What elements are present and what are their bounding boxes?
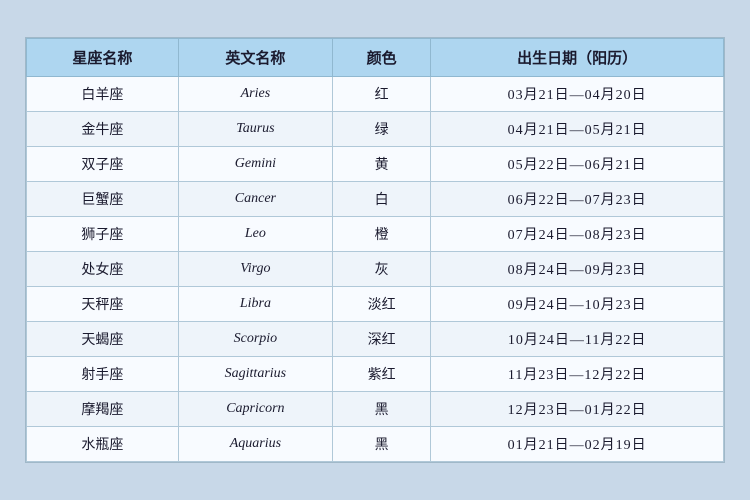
table-row: 射手座Sagittarius紫红11月23日—12月22日 bbox=[27, 357, 724, 392]
table-row: 天蝎座Scorpio深红10月24日—11月22日 bbox=[27, 322, 724, 357]
table-row: 巨蟹座Cancer白06月22日—07月23日 bbox=[27, 182, 724, 217]
cell-dates: 10月24日—11月22日 bbox=[431, 322, 724, 357]
cell-chinese-name: 巨蟹座 bbox=[27, 182, 179, 217]
cell-english-name: Leo bbox=[178, 217, 332, 252]
cell-color: 黄 bbox=[333, 147, 431, 182]
cell-english-name: Sagittarius bbox=[178, 357, 332, 392]
table-row: 白羊座Aries红03月21日—04月20日 bbox=[27, 77, 724, 112]
cell-chinese-name: 射手座 bbox=[27, 357, 179, 392]
header-english-name: 英文名称 bbox=[178, 39, 332, 77]
table-row: 处女座Virgo灰08月24日—09月23日 bbox=[27, 252, 724, 287]
cell-dates: 12月23日—01月22日 bbox=[431, 392, 724, 427]
zodiac-table: 星座名称 英文名称 颜色 出生日期（阳历） 白羊座Aries红03月21日—04… bbox=[26, 38, 724, 462]
table-row: 天秤座Libra淡红09月24日—10月23日 bbox=[27, 287, 724, 322]
table-header-row: 星座名称 英文名称 颜色 出生日期（阳历） bbox=[27, 39, 724, 77]
cell-chinese-name: 天蝎座 bbox=[27, 322, 179, 357]
cell-dates: 11月23日—12月22日 bbox=[431, 357, 724, 392]
cell-english-name: Virgo bbox=[178, 252, 332, 287]
zodiac-table-container: 星座名称 英文名称 颜色 出生日期（阳历） 白羊座Aries红03月21日—04… bbox=[25, 37, 725, 463]
cell-color: 白 bbox=[333, 182, 431, 217]
cell-color: 绿 bbox=[333, 112, 431, 147]
cell-dates: 03月21日—04月20日 bbox=[431, 77, 724, 112]
cell-chinese-name: 狮子座 bbox=[27, 217, 179, 252]
cell-english-name: Aquarius bbox=[178, 427, 332, 462]
cell-chinese-name: 金牛座 bbox=[27, 112, 179, 147]
cell-chinese-name: 天秤座 bbox=[27, 287, 179, 322]
cell-color: 红 bbox=[333, 77, 431, 112]
table-row: 双子座Gemini黄05月22日—06月21日 bbox=[27, 147, 724, 182]
cell-color: 深红 bbox=[333, 322, 431, 357]
cell-dates: 09月24日—10月23日 bbox=[431, 287, 724, 322]
cell-english-name: Cancer bbox=[178, 182, 332, 217]
cell-color: 灰 bbox=[333, 252, 431, 287]
cell-color: 黑 bbox=[333, 427, 431, 462]
cell-english-name: Taurus bbox=[178, 112, 332, 147]
cell-dates: 06月22日—07月23日 bbox=[431, 182, 724, 217]
cell-dates: 07月24日—08月23日 bbox=[431, 217, 724, 252]
cell-english-name: Aries bbox=[178, 77, 332, 112]
table-row: 摩羯座Capricorn黑12月23日—01月22日 bbox=[27, 392, 724, 427]
header-birthdate: 出生日期（阳历） bbox=[431, 39, 724, 77]
cell-dates: 08月24日—09月23日 bbox=[431, 252, 724, 287]
header-chinese-name: 星座名称 bbox=[27, 39, 179, 77]
cell-english-name: Capricorn bbox=[178, 392, 332, 427]
cell-color: 紫红 bbox=[333, 357, 431, 392]
table-row: 金牛座Taurus绿04月21日—05月21日 bbox=[27, 112, 724, 147]
cell-chinese-name: 摩羯座 bbox=[27, 392, 179, 427]
cell-chinese-name: 白羊座 bbox=[27, 77, 179, 112]
cell-english-name: Scorpio bbox=[178, 322, 332, 357]
cell-chinese-name: 处女座 bbox=[27, 252, 179, 287]
cell-english-name: Gemini bbox=[178, 147, 332, 182]
cell-color: 橙 bbox=[333, 217, 431, 252]
cell-color: 黑 bbox=[333, 392, 431, 427]
cell-dates: 04月21日—05月21日 bbox=[431, 112, 724, 147]
header-color: 颜色 bbox=[333, 39, 431, 77]
table-body: 白羊座Aries红03月21日—04月20日金牛座Taurus绿04月21日—0… bbox=[27, 77, 724, 462]
cell-english-name: Libra bbox=[178, 287, 332, 322]
cell-dates: 05月22日—06月21日 bbox=[431, 147, 724, 182]
table-row: 狮子座Leo橙07月24日—08月23日 bbox=[27, 217, 724, 252]
cell-dates: 01月21日—02月19日 bbox=[431, 427, 724, 462]
cell-chinese-name: 水瓶座 bbox=[27, 427, 179, 462]
cell-color: 淡红 bbox=[333, 287, 431, 322]
cell-chinese-name: 双子座 bbox=[27, 147, 179, 182]
table-row: 水瓶座Aquarius黑01月21日—02月19日 bbox=[27, 427, 724, 462]
